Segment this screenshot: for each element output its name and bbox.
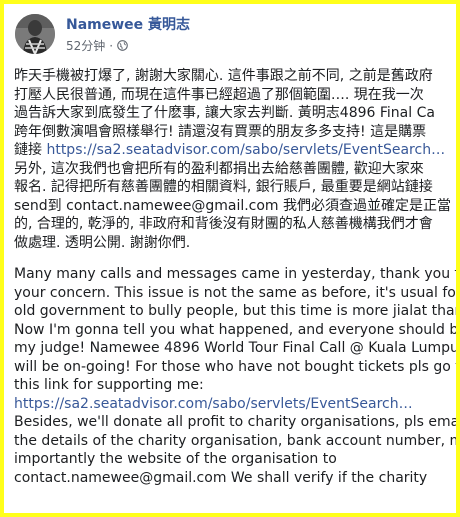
- post-header: Namewee 黃明志 52分钟 ·: [15, 14, 448, 60]
- text-line: 過告訴大家到底發生了什麽事, 讓大家去判斷. 黃明志4896 Final Ca: [14, 105, 435, 121]
- text-line: your concern. This issue is not the same…: [14, 284, 460, 301]
- text-line: my judge! Namewee 4896 World Tour Final …: [14, 340, 460, 356]
- post-meta: 52分钟 ·: [66, 37, 128, 54]
- text-line: contact.namewee@gmail.com We shall verif…: [14, 469, 428, 486]
- text-line: will be on-going! For those who have not…: [14, 358, 460, 375]
- text-line: 另外, 這次我們也會把所有的盈利都捐出去給慈善團體, 歡迎大家來: [14, 160, 424, 177]
- text-line: Many many calls and messages came in yes…: [14, 266, 460, 282]
- text-line: the details of the charity organisation,…: [14, 432, 460, 449]
- text-line: this link for supporting me:: [14, 377, 204, 393]
- link-prefix: 鏈接: [14, 142, 47, 158]
- text-line: 的, 合理的, 乾淨的, 非政府和背後沒有財團的私人慈善機構我們才會: [14, 216, 433, 232]
- post-frame: Namewee 黃明志 52分钟 · 昨天手機被打爆了, 謝謝大家關心. 這件事…: [0, 0, 460, 517]
- text-line: 鏈接 https://sa2.seatadvisor.com/sabo/serv…: [14, 141, 456, 160]
- ticket-link-english[interactable]: https://sa2.seatadvisor.com/sabo/servlet…: [14, 395, 456, 414]
- ticket-link-chinese[interactable]: https://sa2.seatadvisor.com/sabo/servlet…: [46, 142, 445, 158]
- post-timestamp[interactable]: 52分钟: [66, 37, 105, 54]
- text-line: 跨年倒數演唱會照樣舉行! 請還沒有買票的朋友多多支持! 這是購票: [14, 123, 427, 140]
- avatar[interactable]: [15, 14, 55, 54]
- text-line: 報名. 記得把所有慈善團體的相關資料, 銀行賬戶, 最重要是網站鏈接: [14, 179, 433, 195]
- text-line: old government to bully people, but this…: [14, 303, 460, 319]
- text-line: 做處理. 透明公開. 謝謝你們.: [14, 234, 191, 251]
- text-line: 昨天手機被打爆了, 謝謝大家關心. 這件事跟之前不同, 之前是舊政府: [14, 68, 433, 84]
- text-line: importantly the website of the organisat…: [14, 451, 337, 467]
- text-line: Besides, we'll donate all profit to char…: [14, 414, 460, 430]
- text-line: send到 contact.namewee@gmail.com 我們必須查過並確…: [14, 197, 452, 214]
- post-text: 昨天手機被打爆了, 謝謝大家關心. 這件事跟之前不同, 之前是舊政府 打壓人民很…: [14, 67, 460, 487]
- text-line: 打壓人民很普通, 而現在這件事已經超過了那個範圍…. 現在我一次: [14, 86, 424, 103]
- avatar-image: [15, 14, 55, 54]
- meta-separator: ·: [109, 38, 114, 53]
- author-name[interactable]: Namewee 黃明志: [66, 14, 190, 34]
- globe-icon[interactable]: [117, 40, 128, 51]
- text-line: Now I'm gonna tell you what happened, an…: [14, 321, 460, 338]
